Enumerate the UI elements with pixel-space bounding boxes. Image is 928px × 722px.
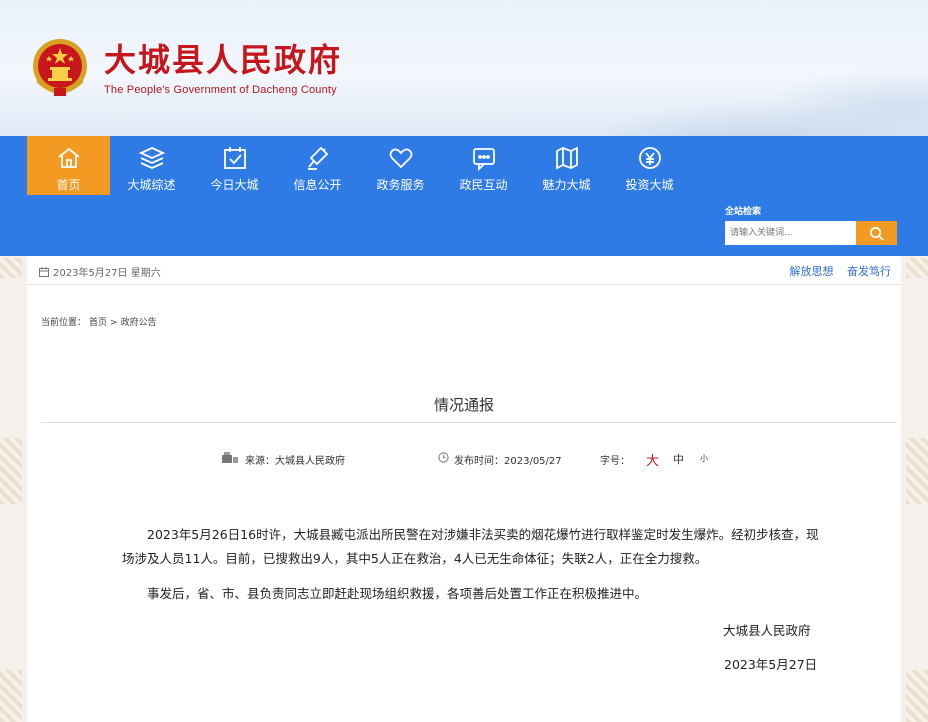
nav-item-label: 政务服务 bbox=[376, 178, 425, 192]
nav-item-label: 投资大城 bbox=[625, 178, 674, 192]
breadcrumb: 当前位置： 首页 > 政府公告 bbox=[41, 315, 160, 328]
fontsize-small-button[interactable]: 小 bbox=[700, 453, 708, 464]
source-icon bbox=[222, 452, 238, 463]
nav-item-label: 信息公开 bbox=[293, 178, 342, 192]
search-title: 全站检索 bbox=[725, 207, 762, 217]
yuan-icon bbox=[638, 147, 661, 169]
side-pattern bbox=[0, 438, 22, 504]
site-header: 大城县人民政府 The People's Government of Dache… bbox=[0, 0, 928, 136]
nav-item-services[interactable]: 政务服务 bbox=[359, 136, 442, 195]
nav-item-invest[interactable]: 投资大城 bbox=[608, 136, 691, 195]
side-pattern bbox=[906, 438, 928, 504]
article-meta: 来源：大城县人民政府 发布时间：2023/05/27 字号： 大 中 小 bbox=[27, 450, 901, 469]
article-title: 情况通报 bbox=[433, 396, 494, 414]
nav-item-charm[interactable]: 魅力大城 bbox=[525, 136, 608, 195]
source-value: 大城县人民政府 bbox=[275, 456, 345, 467]
site-title: 大城县人民政府 bbox=[104, 41, 343, 79]
site-subtitle: The People's Government of Dacheng Count… bbox=[104, 84, 337, 96]
date-text: 2023年5月27日 星期六 bbox=[53, 268, 161, 279]
breadcrumb-separator: > bbox=[110, 318, 118, 328]
calendar-icon bbox=[39, 266, 49, 277]
slogan-link-2[interactable]: 奋发笃行 bbox=[847, 265, 891, 278]
nav-item-disclosure[interactable]: 信息公开 bbox=[276, 136, 359, 195]
fontsize-medium-button[interactable]: 中 bbox=[673, 451, 684, 467]
nav-item-label: 首页 bbox=[56, 178, 81, 192]
nav-item-label: 今日大城 bbox=[210, 178, 259, 192]
article-paragraph: 事发后，省、市、县负责同志立即赶赴现场组织救援，各项善后处置工作正在积极推进中。 bbox=[147, 586, 648, 601]
search-button[interactable] bbox=[856, 221, 897, 245]
main-content: 2023年5月27日 星期六 解放思想 奋发笃行 当前位置： 首页 > 政府公告 情况… bbox=[27, 256, 901, 722]
nav-item-today[interactable]: 今日大城 bbox=[193, 136, 276, 195]
signature-organization: 大城县人民政府 bbox=[723, 623, 811, 638]
side-pattern bbox=[906, 670, 928, 722]
fontsize-label: 字号： bbox=[600, 456, 630, 467]
current-date: 2023年5月27日 星期六 bbox=[39, 264, 161, 279]
nav-item-home[interactable]: 首页 bbox=[27, 136, 110, 195]
time-value: 2023/05/27 bbox=[504, 456, 562, 467]
nav-item-label: 魅力大城 bbox=[542, 178, 591, 192]
signature-date: 2023年5月27日 bbox=[724, 657, 818, 672]
nav-item-label: 政民互动 bbox=[459, 178, 508, 192]
layers-icon bbox=[138, 147, 165, 169]
map-icon bbox=[555, 146, 578, 170]
nav-item-label: 大城综述 bbox=[127, 178, 176, 192]
info-bar: 2023年5月27日 星期六 解放思想 奋发笃行 bbox=[27, 256, 901, 285]
slogan-link-1[interactable]: 解放思想 bbox=[790, 265, 834, 278]
clock-icon bbox=[438, 452, 449, 463]
heart-icon bbox=[389, 148, 412, 169]
breadcrumb-home[interactable]: 首页 bbox=[89, 318, 107, 328]
calendar-check-icon bbox=[223, 147, 246, 169]
nav-item-overview[interactable]: 大城综述 bbox=[110, 136, 193, 195]
side-pattern bbox=[906, 258, 928, 278]
nav-item-interaction[interactable]: 政民互动 bbox=[442, 136, 525, 195]
megaphone-icon bbox=[307, 146, 328, 170]
chat-icon bbox=[472, 148, 495, 171]
breadcrumb-prefix: 当前位置： bbox=[41, 318, 87, 328]
search-input[interactable] bbox=[725, 221, 856, 245]
title-divider bbox=[41, 422, 897, 423]
source-label: 来源： bbox=[245, 456, 275, 467]
side-pattern bbox=[0, 258, 22, 278]
home-icon bbox=[57, 147, 80, 168]
national-emblem-icon bbox=[33, 39, 87, 96]
fontsize-large-button[interactable]: 大 bbox=[646, 450, 659, 469]
main-nav: 首页 大城综述 今日大城 信息公开 政务服务 政民互动 魅力大城 投资大城 全站… bbox=[0, 136, 928, 256]
article-paragraph: 2023年5月26日16时许，大城县臧屯派出所民警在对涉嫌非法买卖的烟花爆竹进行… bbox=[122, 527, 819, 566]
search-icon bbox=[870, 226, 884, 241]
site-search: 全站检索 bbox=[725, 204, 897, 245]
side-pattern bbox=[0, 670, 22, 722]
time-label: 发布时间： bbox=[454, 456, 504, 467]
breadcrumb-current[interactable]: 政府公告 bbox=[121, 318, 157, 328]
